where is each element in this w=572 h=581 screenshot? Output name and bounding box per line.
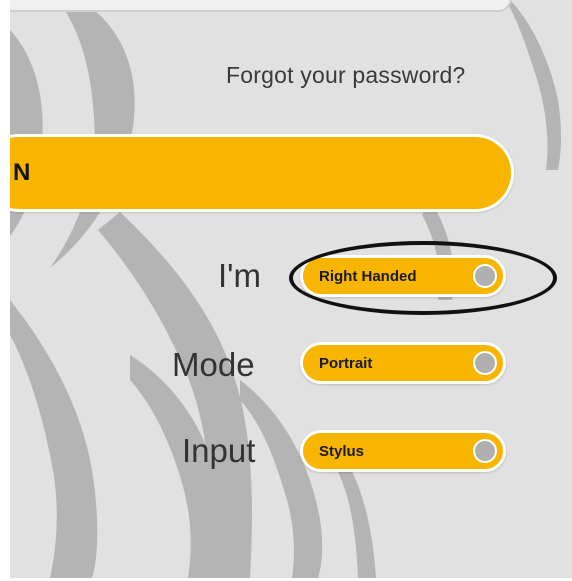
login-screen: Forgot your password? N I'm Right Handed…	[10, 0, 572, 578]
toggle-knob-icon	[473, 439, 497, 463]
sign-in-button-label: N	[13, 159, 31, 186]
input-toggle[interactable]: Stylus	[300, 430, 506, 472]
mode-toggle[interactable]: Portrait	[300, 342, 506, 384]
app-window: Forgot your password? N I'm Right Handed…	[0, 0, 572, 581]
handedness-label: I'm	[218, 257, 261, 294]
input-toggle-text: Stylus	[319, 443, 365, 460]
input-label: Input	[182, 432, 256, 469]
handedness-toggle[interactable]: Right Handed	[300, 255, 506, 297]
toggle-knob-icon	[473, 264, 497, 288]
sign-in-button[interactable]: N	[10, 134, 514, 212]
handedness-toggle-text: Right Handed	[319, 268, 417, 285]
forgot-password-link[interactable]: Forgot your password?	[226, 62, 465, 89]
mode-toggle-text: Portrait	[319, 355, 373, 372]
password-field-bottom-edge[interactable]	[10, 0, 512, 12]
toggle-knob-icon	[473, 351, 497, 375]
mode-label: Mode	[172, 346, 255, 383]
